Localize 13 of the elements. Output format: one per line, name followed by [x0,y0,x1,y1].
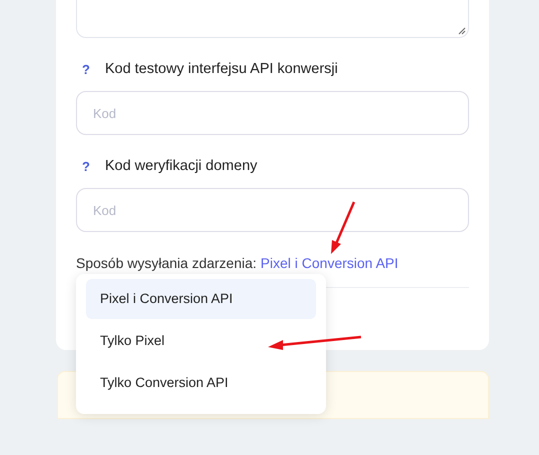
method-label: Sposób wysyłania zdarzenia: [76,255,257,271]
annotation-arrow [328,200,358,256]
dropdown-option[interactable]: Tylko Conversion API [86,363,316,403]
input-field[interactable]: Kod [76,188,469,232]
resize-handle-icon[interactable] [458,27,466,35]
input-field[interactable]: Kod [76,91,469,135]
dropdown-option[interactable]: Pixel i Conversion API [86,279,316,319]
help-icon[interactable]: ? [82,62,90,76]
field-label: Kod testowy interfejsu API konwersji [104,61,338,77]
field-label: Kod weryfikacji domeny [104,158,258,174]
method-link[interactable]: Pixel i Conversion API [260,255,398,271]
help-icon[interactable]: ? [82,158,90,174]
dropdown-option[interactable]: Tylko Pixel [86,321,316,361]
